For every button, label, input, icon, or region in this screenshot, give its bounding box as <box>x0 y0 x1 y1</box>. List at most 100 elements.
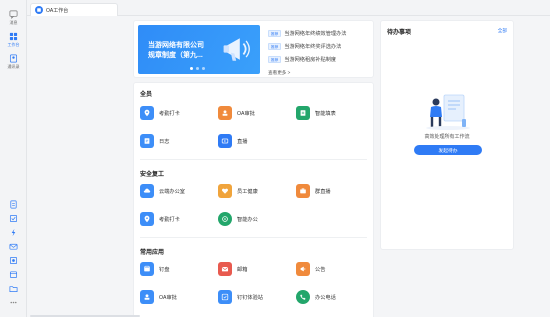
news-title: 当游网络年终奖评选办法 <box>284 44 342 50</box>
oa-icon <box>35 6 43 14</box>
app-name: 智能办公 <box>237 216 258 223</box>
sidebar-item-label: 工作台 <box>7 42 20 47</box>
tab-oa-workbench[interactable]: OA工作台 <box>30 3 118 16</box>
more-icon[interactable] <box>9 298 18 307</box>
experience-icon <box>218 290 232 304</box>
health-icon <box>218 184 232 198</box>
sidebar-item-label: 消息 <box>9 20 18 25</box>
app-name: 考勤打卡 <box>159 216 180 223</box>
mail-icon <box>218 262 232 276</box>
news-title: 当游网络年终绩效管理办法 <box>284 31 347 37</box>
checklist-icon[interactable] <box>9 214 18 223</box>
location-icon <box>140 212 154 226</box>
left-sidebar: 消息 工作台 通讯录 <box>0 0 27 317</box>
sidebar-item-workbench[interactable]: 工作台 <box>0 32 27 50</box>
section-title: 全员 <box>140 92 153 98</box>
todo-title: 待办事项 <box>387 30 412 36</box>
group-live-icon <box>296 184 310 198</box>
app-attendance[interactable]: 考勤打卡 <box>140 105 180 121</box>
app-name: 钉钉体验站 <box>237 294 263 301</box>
workbench-canvas: 当游网络有限公司 规章制度（第九... 推荐 当游网络年终绩效管理办法 推荐 当… <box>27 16 550 317</box>
app-office-phone[interactable]: 办公电话 <box>296 289 336 305</box>
sidebar-item-messages[interactable]: 消息 <box>0 10 27 28</box>
cloud-office-icon <box>140 184 154 198</box>
section-title: 常用应用 <box>140 250 165 256</box>
todo-all-link[interactable]: 全部 <box>498 28 507 34</box>
app-live[interactable]: 直播 <box>218 133 247 149</box>
todo-description: 高效处理所有工作流 <box>424 134 470 140</box>
empty-todo-illustration <box>426 94 470 130</box>
message-icon <box>9 10 18 19</box>
news-title: 当游网络租房补贴制度 <box>284 57 337 63</box>
app-smart-office[interactable]: 智能办公 <box>218 211 258 227</box>
phone-icon <box>296 290 310 304</box>
live-icon <box>218 134 232 148</box>
disk-icon <box>140 262 154 276</box>
section-divider <box>140 159 367 160</box>
news-item[interactable]: 推荐 当游网络租房补贴制度 <box>268 53 372 66</box>
news-tag: 推荐 <box>268 56 282 63</box>
news-tag: 推荐 <box>268 30 282 37</box>
location-icon <box>140 106 154 120</box>
sidebar-item-label: 通讯录 <box>7 64 20 69</box>
app-ding-disk[interactable]: 钉盘 <box>140 261 169 277</box>
news-list: 推荐 当游网络年终绩效管理办法 推荐 当游网络年终奖评选办法 推荐 当游网络租房… <box>268 27 372 66</box>
banner-title: 当游网络有限公司 <box>148 42 204 49</box>
app-name: OA审批 <box>237 110 255 117</box>
app-smart-form[interactable]: 智能填表 <box>296 105 336 121</box>
app-name: 云端办公室 <box>159 188 185 195</box>
app-attendance[interactable]: 考勤打卡 <box>140 211 180 227</box>
tab-bar: OA工作台 <box>27 0 550 16</box>
approval-icon <box>218 106 232 120</box>
app-employee-health[interactable]: 员工健康 <box>218 183 258 199</box>
app-name: 办公电话 <box>315 294 336 301</box>
form-icon <box>296 106 310 120</box>
tab-label: OA工作台 <box>46 7 69 14</box>
calendar-icon[interactable] <box>9 270 18 279</box>
create-todo-button[interactable]: 发起待办 <box>414 145 482 155</box>
section-divider <box>140 237 367 238</box>
apps-card: 全员 考勤打卡 OA审批 智能填表 日志 直播 安全复工 云端办公室 员工健康 … <box>133 82 374 317</box>
announcement-card: 当游网络有限公司 规章制度（第九... 推荐 当游网络年终绩效管理办法 推荐 当… <box>133 20 374 78</box>
folder-icon[interactable] <box>9 284 18 293</box>
log-icon <box>140 134 154 148</box>
announcement-icon <box>296 262 310 276</box>
app-experience-station[interactable]: 钉钉体验站 <box>218 289 263 305</box>
news-tag: 推荐 <box>268 43 282 50</box>
mail-icon[interactable] <box>9 242 18 251</box>
app-name: 日志 <box>159 138 170 145</box>
app-name: 考勤打卡 <box>159 110 180 117</box>
app-cloud-office[interactable]: 云端办公室 <box>140 183 185 199</box>
workbench-icon <box>9 32 18 41</box>
app-name: 邮箱 <box>237 266 248 273</box>
app-name: 员工健康 <box>237 188 258 195</box>
app-name: 群直播 <box>315 188 331 195</box>
sidebar-item-contacts[interactable]: 通讯录 <box>0 54 27 72</box>
document-icon[interactable] <box>9 200 18 209</box>
contacts-icon <box>9 54 18 63</box>
news-item[interactable]: 推荐 当游网络年终奖评选办法 <box>268 40 372 53</box>
app-name: OA审批 <box>159 294 177 301</box>
banner-subtitle: 规章制度（第九... <box>148 52 203 59</box>
phone-icon[interactable] <box>9 256 18 265</box>
smart-office-icon <box>218 212 232 226</box>
app-announcement[interactable]: 公告 <box>296 261 325 277</box>
carousel-dots[interactable] <box>190 67 205 70</box>
todo-card: 待办事项 全部 高效处理所有工作流 发起待办 <box>380 20 514 250</box>
app-name: 直播 <box>237 138 248 145</box>
app-mailbox[interactable]: 邮箱 <box>218 261 247 277</box>
app-log[interactable]: 日志 <box>140 133 169 149</box>
app-name: 智能填表 <box>315 110 336 117</box>
news-item[interactable]: 推荐 当游网络年终绩效管理办法 <box>268 27 372 40</box>
news-more-link[interactable]: 查看更多 > <box>268 70 290 76</box>
banner-carousel[interactable]: 当游网络有限公司 规章制度（第九... <box>138 25 260 74</box>
section-title: 安全复工 <box>140 172 165 178</box>
app-name: 钉盘 <box>159 266 170 273</box>
app-group-live[interactable]: 群直播 <box>296 183 331 199</box>
app-oa-approval[interactable]: OA审批 <box>140 289 177 305</box>
app-name: 公告 <box>315 266 326 273</box>
approval-icon <box>140 290 154 304</box>
lightning-icon[interactable] <box>9 228 18 237</box>
megaphone-icon <box>223 38 250 61</box>
app-oa-approval[interactable]: OA审批 <box>218 105 255 121</box>
